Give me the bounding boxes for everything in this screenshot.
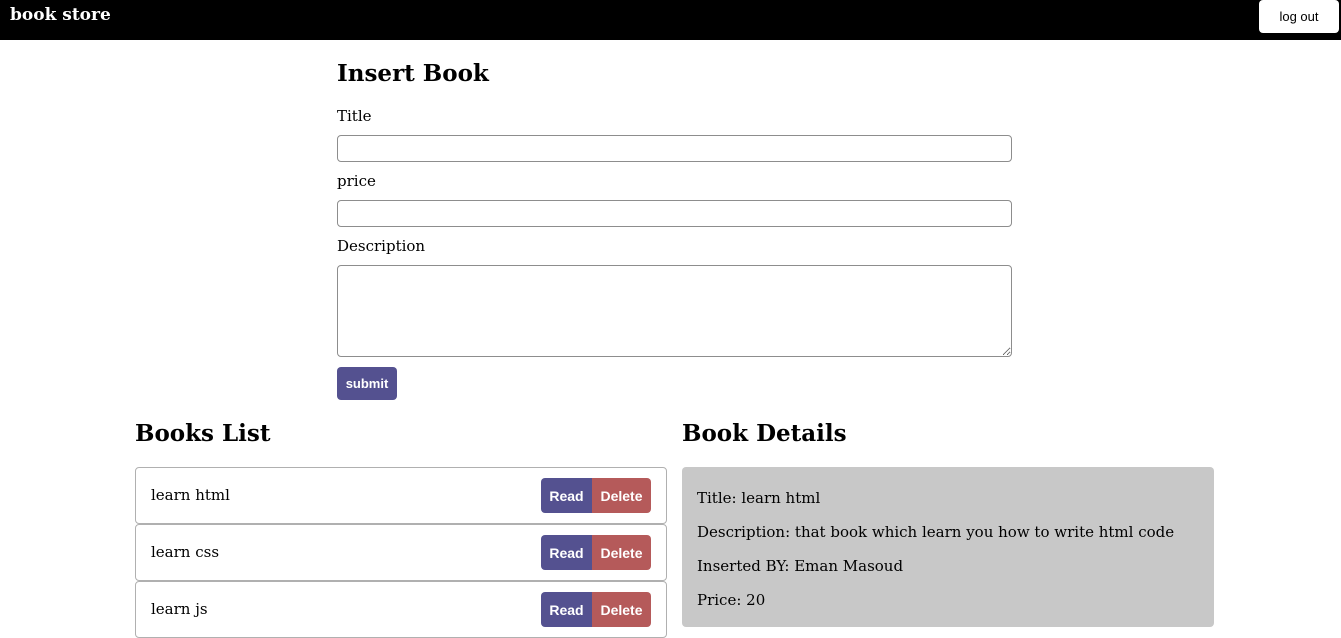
- book-details-panel: Title: learn html Description: that book…: [682, 467, 1214, 627]
- delete-button[interactable]: Delete: [592, 478, 651, 513]
- books-list: learn html Read Delete learn css Read De…: [135, 467, 667, 638]
- price-input[interactable]: [337, 200, 1012, 227]
- logout-button[interactable]: log out: [1259, 0, 1339, 33]
- book-name: learn html: [151, 486, 230, 504]
- detail-price: Price: 20: [697, 591, 766, 609]
- navbar: book store log out: [0, 0, 1341, 40]
- price-label: price: [337, 172, 376, 190]
- detail-inserted-by: Inserted BY: Eman Masoud: [697, 557, 904, 575]
- submit-button[interactable]: submit: [337, 367, 397, 400]
- description-textarea[interactable]: [337, 265, 1012, 357]
- brand-title[interactable]: book store: [10, 5, 111, 25]
- insert-book-heading: Insert Book: [337, 60, 489, 87]
- description-label: Description: [337, 237, 426, 255]
- book-details-heading: Book Details: [682, 420, 847, 447]
- list-item: learn css Read Delete: [135, 524, 667, 581]
- read-button[interactable]: Read: [541, 592, 592, 627]
- detail-description: Description: that book which learn you h…: [697, 523, 1175, 541]
- books-list-heading: Books List: [135, 420, 271, 447]
- list-item: learn html Read Delete: [135, 467, 667, 524]
- title-label: Title: [337, 107, 372, 125]
- book-name: learn css: [151, 543, 220, 561]
- book-name: learn js: [151, 600, 208, 618]
- read-button[interactable]: Read: [541, 478, 592, 513]
- delete-button[interactable]: Delete: [592, 535, 651, 570]
- delete-button[interactable]: Delete: [592, 592, 651, 627]
- read-button[interactable]: Read: [541, 535, 592, 570]
- detail-title: Title: learn html: [697, 489, 821, 507]
- title-input[interactable]: [337, 135, 1012, 162]
- list-item: learn js Read Delete: [135, 581, 667, 638]
